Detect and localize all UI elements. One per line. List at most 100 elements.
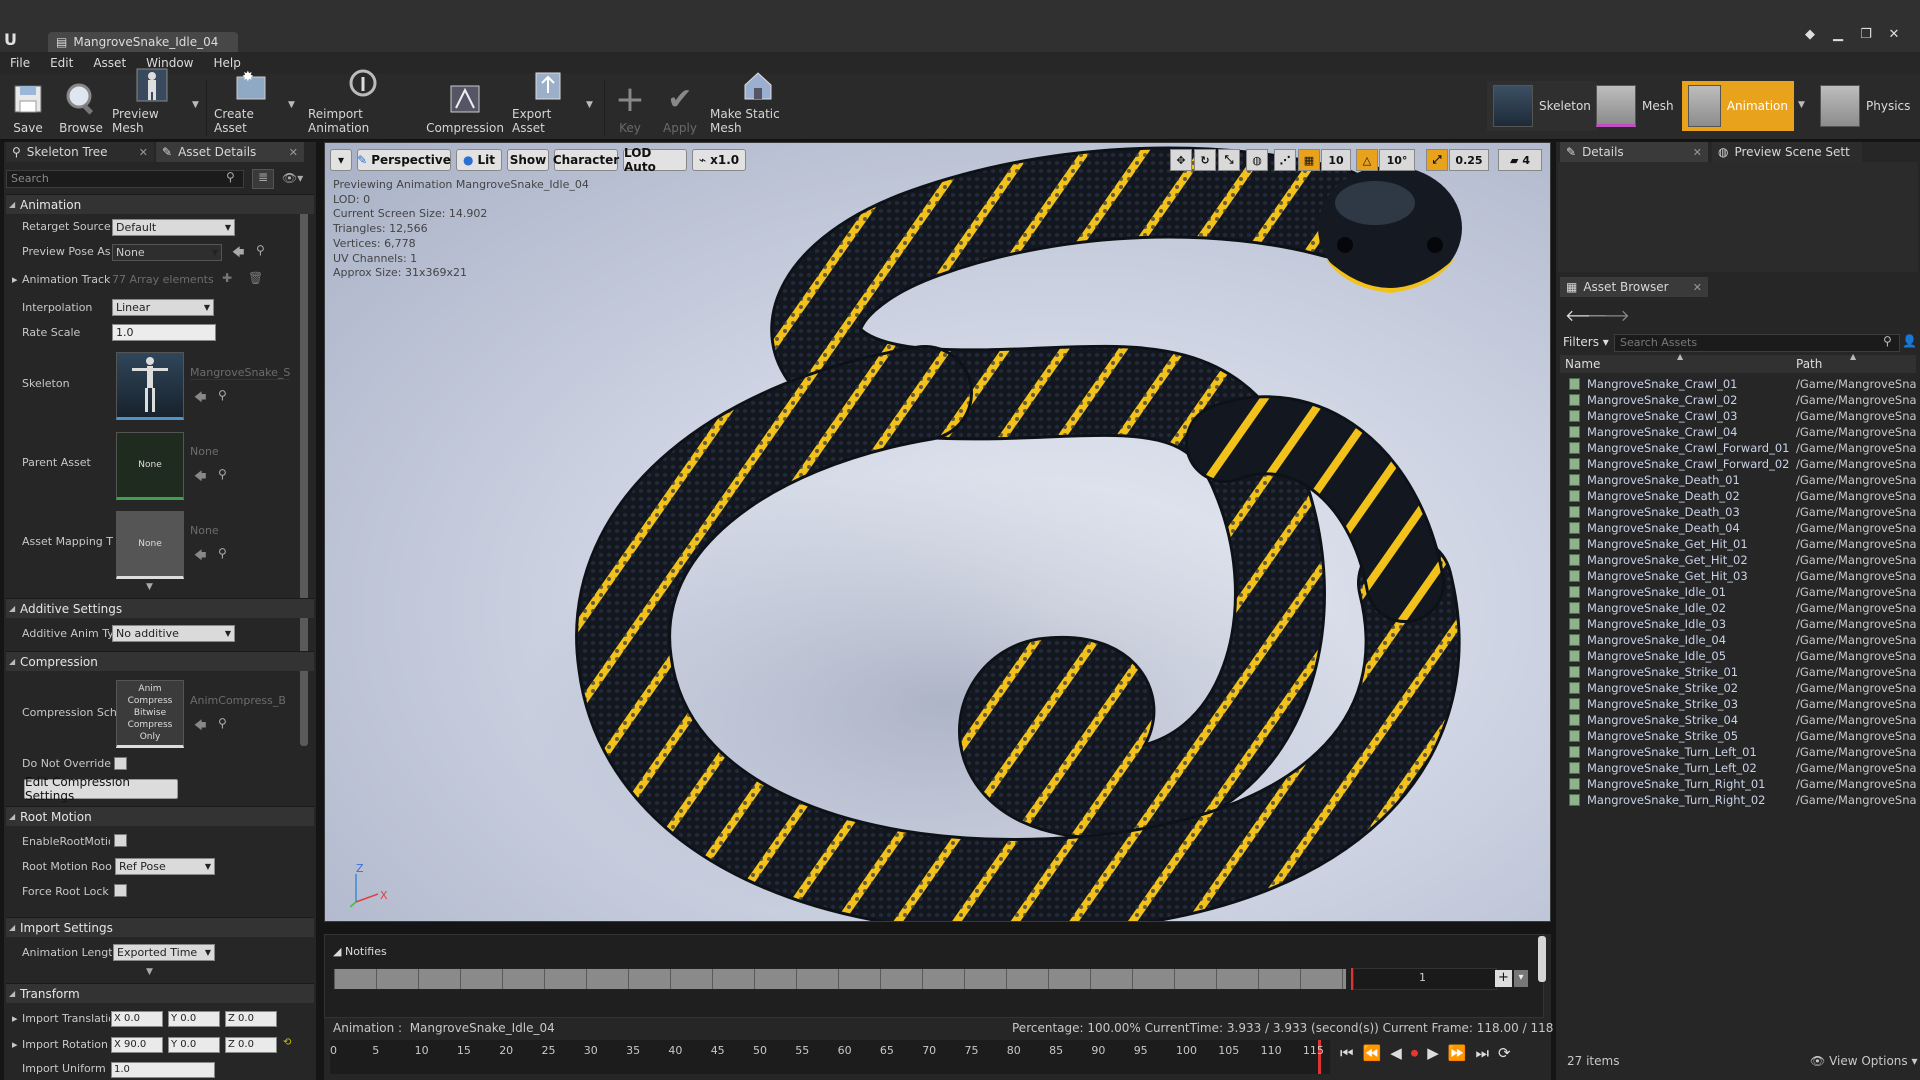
- asset-list-item[interactable]: MangroveSnake_Strike_02/Game/MangroveSna: [1569, 680, 1917, 696]
- maximize-button[interactable]: ❐: [1855, 27, 1877, 45]
- asset-list-item[interactable]: MangroveSnake_Crawl_04/Game/MangroveSna: [1569, 424, 1917, 440]
- perspective-button[interactable]: ✎ Perspective: [357, 149, 451, 171]
- asset-list-item[interactable]: MangroveSnake_Idle_05/Game/MangroveSna: [1569, 648, 1917, 664]
- camera-speed-button[interactable]: ▰ 4: [1498, 149, 1542, 171]
- notify-track-dropdown-icon[interactable]: ▾: [1514, 970, 1528, 987]
- step-back-icon[interactable]: ⏪: [1363, 1044, 1382, 1062]
- forward-arrow-icon[interactable]: 🡒: [1587, 305, 1630, 325]
- mode-skeleton-button[interactable]: Skeleton: [1487, 81, 1597, 131]
- asset-list-item[interactable]: MangroveSnake_Get_Hit_02/Game/MangroveSn…: [1569, 552, 1917, 568]
- scale-snap-value[interactable]: 0.25: [1449, 149, 1489, 171]
- edit-compression-settings-button[interactable]: Edit Compression Settings: [24, 775, 178, 803]
- browse-search-icon[interactable]: ⚲: [218, 716, 227, 730]
- asset-list-item[interactable]: MangroveSnake_Crawl_02/Game/MangroveSna: [1569, 392, 1917, 408]
- list-view-icon[interactable]: ≣: [252, 169, 274, 189]
- parent-asset-thumbnail[interactable]: None: [116, 432, 184, 500]
- close-icon[interactable]: ✕: [1693, 281, 1702, 294]
- browse-search-icon[interactable]: ⚲: [218, 546, 227, 560]
- notification-icon[interactable]: ◆: [1799, 27, 1821, 45]
- filters-button[interactable]: Filters ▾: [1563, 335, 1609, 349]
- column-path-header[interactable]: Path: [1796, 357, 1822, 371]
- asset-list-item[interactable]: MangroveSnake_Turn_Left_02/Game/Mangrove…: [1569, 760, 1917, 776]
- details-search-input[interactable]: Search: [6, 170, 244, 188]
- rotation-z-input[interactable]: Z 0.0: [225, 1037, 277, 1053]
- asset-list-item[interactable]: MangroveSnake_Crawl_Forward_01/Game/Mang…: [1569, 440, 1917, 456]
- use-selected-arrow-icon[interactable]: 🡄: [194, 467, 206, 488]
- eye-visibility-icon[interactable]: 👁▾: [282, 171, 303, 185]
- browse-search-icon[interactable]: ⚲: [218, 388, 227, 402]
- asset-list-item[interactable]: MangroveSnake_Strike_04/Game/MangroveSna: [1569, 712, 1917, 728]
- create-asset-dropdown-icon[interactable]: ▼: [288, 100, 295, 110]
- column-name-header[interactable]: Name: [1565, 357, 1600, 371]
- tab-details[interactable]: ✎ Details ✕: [1560, 142, 1708, 162]
- scale-tool-icon[interactable]: ⤡: [1218, 149, 1240, 171]
- grid-snap-icon[interactable]: ▦: [1298, 149, 1320, 171]
- browse-search-icon[interactable]: ⚲: [256, 243, 265, 257]
- mode-mesh-button[interactable]: Mesh: [1590, 81, 1680, 131]
- menu-file[interactable]: File: [10, 56, 30, 70]
- asset-list-item[interactable]: MangroveSnake_Strike_01/Game/MangroveSna: [1569, 664, 1917, 680]
- mode-animation-button[interactable]: Animation: [1682, 81, 1794, 131]
- record-icon[interactable]: ⏺: [1411, 1044, 1419, 1062]
- rotate-tool-icon[interactable]: ↻: [1194, 149, 1216, 171]
- rate-scale-input[interactable]: 1.0: [112, 324, 216, 341]
- mode-physics-button[interactable]: Physics: [1814, 81, 1916, 131]
- asset-list-item[interactable]: MangroveSnake_Crawl_01/Game/MangroveSna: [1569, 376, 1917, 392]
- surface-snap-icon[interactable]: ⋰: [1274, 149, 1296, 171]
- menu-asset[interactable]: Asset: [93, 56, 126, 70]
- show-advanced-arrow-icon[interactable]: ▼: [146, 967, 153, 977]
- show-button[interactable]: Show: [507, 149, 549, 171]
- asset-list-item[interactable]: MangroveSnake_Turn_Left_01/Game/Mangrove…: [1569, 744, 1917, 760]
- section-root-motion[interactable]: Root Motion: [6, 806, 314, 826]
- lit-button[interactable]: ● Lit: [456, 149, 502, 171]
- close-window-button[interactable]: ✕: [1883, 27, 1905, 45]
- skip-to-start-icon[interactable]: ⏮: [1340, 1044, 1354, 1062]
- parent-asset-picker[interactable]: None: [190, 445, 290, 458]
- grid-size-value[interactable]: 10: [1321, 149, 1351, 171]
- user-icon[interactable]: 👤: [1902, 334, 1917, 348]
- show-advanced-arrow-icon[interactable]: ▼: [146, 582, 153, 592]
- retarget-source-dropdown[interactable]: Default: [112, 219, 235, 236]
- trash-icon[interactable]: 🗑: [248, 271, 263, 285]
- asset-list-item[interactable]: MangroveSnake_Death_04/Game/MangroveSna: [1569, 520, 1917, 536]
- rotation-x-input[interactable]: X 90.0: [111, 1037, 163, 1053]
- rotation-y-input[interactable]: Y 0.0: [168, 1037, 220, 1053]
- playback-speed-button[interactable]: ⌁ x1.0: [692, 149, 746, 171]
- browse-search-icon[interactable]: ⚲: [218, 467, 227, 481]
- expand-arrow-icon[interactable]: ▸: [12, 273, 18, 286]
- translation-y-input[interactable]: Y 0.0: [168, 1011, 220, 1027]
- preview-mesh-button[interactable]: Preview Mesh: [112, 68, 192, 138]
- notifies-header[interactable]: ◢ Notifies: [333, 945, 387, 958]
- do-not-override-checkbox[interactable]: [114, 757, 127, 770]
- asset-list-item[interactable]: MangroveSnake_Idle_03/Game/MangroveSna: [1569, 616, 1917, 632]
- section-animation[interactable]: Animation: [6, 194, 314, 214]
- apply-button[interactable]: ✔ Apply: [660, 80, 700, 138]
- create-asset-button[interactable]: ✸ Create Asset: [214, 69, 288, 138]
- compression-scheme-picker[interactable]: AnimCompress_B: [190, 694, 290, 707]
- reimport-animation-button[interactable]: Reimport Animation: [308, 69, 418, 138]
- additive-type-dropdown[interactable]: No additive: [112, 625, 235, 642]
- animation-length-dropdown[interactable]: Exported Time: [113, 944, 215, 961]
- asset-list-item[interactable]: MangroveSnake_Turn_Right_02/Game/Mangrov…: [1569, 792, 1917, 808]
- asset-list-item[interactable]: MangroveSnake_Crawl_Forward_02/Game/Mang…: [1569, 456, 1917, 472]
- close-icon[interactable]: ✕: [139, 146, 148, 159]
- add-element-icon[interactable]: ✚: [222, 271, 232, 285]
- menu-edit[interactable]: Edit: [50, 56, 73, 70]
- step-forward-icon[interactable]: ⏩: [1448, 1044, 1467, 1062]
- character-button[interactable]: Character: [553, 149, 619, 171]
- use-selected-arrow-icon[interactable]: 🡄: [194, 388, 206, 409]
- export-dropdown-icon[interactable]: ▼: [586, 100, 593, 110]
- root-motion-root-dropdown[interactable]: Ref Pose: [115, 858, 215, 875]
- asset-list-item[interactable]: MangroveSnake_Turn_Right_01/Game/Mangrov…: [1569, 776, 1917, 792]
- save-button[interactable]: Save: [8, 80, 48, 138]
- asset-list-item[interactable]: MangroveSnake_Strike_03/Game/MangroveSna: [1569, 696, 1917, 712]
- animation-mode-dropdown-icon[interactable]: ▼: [1798, 100, 1805, 110]
- document-tab[interactable]: ▤ MangroveSnake_Idle_04: [48, 32, 238, 52]
- asset-list-item[interactable]: MangroveSnake_Death_02/Game/MangroveSna: [1569, 488, 1917, 504]
- unreal-logo-icon[interactable]: U: [4, 30, 26, 50]
- view-options-button[interactable]: 👁 View Options ▾: [1810, 1054, 1918, 1068]
- loop-icon[interactable]: ⟳: [1498, 1044, 1511, 1062]
- asset-list-item[interactable]: MangroveSnake_Strike_05/Game/MangroveSna: [1569, 728, 1917, 744]
- use-selected-arrow-icon[interactable]: 🡄: [194, 716, 206, 737]
- section-import-settings[interactable]: Import Settings: [6, 917, 314, 937]
